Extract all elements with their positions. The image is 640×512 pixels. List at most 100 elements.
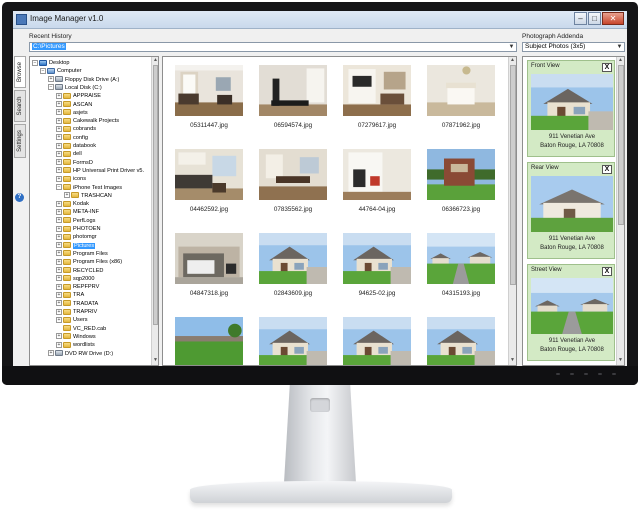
- expand-icon[interactable]: +: [48, 76, 54, 83]
- close-button[interactable]: ✕: [602, 12, 624, 25]
- tree-item[interactable]: + TRAPRIV: [56, 308, 97, 316]
- photo-image[interactable]: [427, 65, 495, 116]
- scroll-up-arrow-icon[interactable]: ▲: [509, 57, 516, 64]
- expand-icon[interactable]: +: [56, 159, 62, 166]
- photo-thumbnail[interactable]: 04315193.jpg: [419, 227, 499, 311]
- expand-icon[interactable]: +: [56, 275, 62, 282]
- scroll-up-arrow-icon[interactable]: ▲: [152, 57, 158, 64]
- tree-item[interactable]: + TRA: [56, 291, 84, 299]
- remove-photo-button[interactable]: X: [602, 165, 612, 174]
- tree-item[interactable]: + REPFPRV: [56, 283, 99, 291]
- addenda-card[interactable]: Rear View X 911 Venetian Ave Baton Rouge, L…: [527, 162, 615, 259]
- tree-item[interactable]: + wordlists: [56, 341, 95, 349]
- tree-item[interactable]: + Floppy Disk Drive (A:): [48, 76, 119, 84]
- recent-history-combo[interactable]: C:\Pictures ▼: [29, 42, 517, 52]
- addenda-photo[interactable]: [531, 176, 613, 232]
- photo-thumbnail[interactable]: 07835562.jpg: [251, 143, 331, 227]
- expand-icon[interactable]: +: [56, 250, 62, 257]
- tree-item[interactable]: + RECYCLED: [56, 267, 103, 275]
- photo-image[interactable]: [175, 233, 243, 284]
- maximize-button[interactable]: □: [588, 12, 601, 25]
- tree-item[interactable]: + APPRAISE: [56, 92, 101, 100]
- photo-thumbnail[interactable]: 04462592.jpg: [167, 143, 247, 227]
- tree-item[interactable]: + Users: [56, 316, 88, 324]
- tree-item[interactable]: + databook: [56, 142, 96, 150]
- tree-item[interactable]: + Program Files: [56, 250, 108, 258]
- expand-icon[interactable]: +: [56, 233, 62, 240]
- remove-photo-button[interactable]: X: [602, 63, 612, 72]
- expand-icon[interactable]: +: [56, 125, 62, 132]
- tree-item[interactable]: − Desktop: [32, 59, 70, 67]
- photo-thumbnail[interactable]: 44764-04.jpg: [335, 143, 415, 227]
- remove-photo-button[interactable]: X: [602, 267, 612, 276]
- photo-thumbnail[interactable]: 07871962.jpg: [419, 59, 499, 143]
- photo-thumbnail[interactable]: [335, 311, 415, 365]
- scroll-down-arrow-icon[interactable]: ▼: [509, 357, 516, 364]
- thumbnail-grid[interactable]: 04315193.jpg 94625-02.jpg 02843609.jpg 0484…: [162, 56, 517, 366]
- tree-item[interactable]: + asjets: [56, 109, 88, 117]
- tree-item[interactable]: − Computer: [40, 67, 82, 75]
- tree-scrollbar[interactable]: ▲ ▼: [151, 57, 158, 365]
- tree-item[interactable]: + DVD RW Drive (D:): [48, 350, 113, 358]
- photo-image[interactable]: [259, 149, 327, 200]
- expand-icon[interactable]: +: [56, 217, 62, 224]
- expand-icon[interactable]: +: [56, 200, 62, 207]
- collapse-icon[interactable]: −: [48, 84, 54, 91]
- photo-thumbnail[interactable]: 06366723.jpg: [419, 143, 499, 227]
- scroll-down-arrow-icon[interactable]: ▼: [152, 357, 158, 364]
- tree-item[interactable]: + cobrands: [56, 125, 96, 133]
- expand-icon[interactable]: +: [56, 333, 62, 340]
- collapse-icon[interactable]: −: [56, 184, 62, 191]
- expand-icon[interactable]: +: [56, 341, 62, 348]
- grid-scroll-thumb[interactable]: [510, 65, 516, 285]
- chevron-down-icon[interactable]: ▼: [615, 43, 624, 51]
- photo-image[interactable]: [259, 233, 327, 284]
- photo-image[interactable]: [259, 317, 327, 365]
- expand-icon[interactable]: +: [56, 109, 62, 116]
- help-icon[interactable]: ?: [15, 193, 24, 202]
- expand-icon[interactable]: +: [56, 92, 62, 99]
- expand-icon[interactable]: +: [56, 175, 62, 182]
- photo-image[interactable]: [175, 149, 243, 200]
- photo-image[interactable]: [427, 317, 495, 365]
- expand-icon[interactable]: +: [56, 167, 62, 174]
- expand-icon[interactable]: +: [56, 225, 62, 232]
- expand-icon[interactable]: +: [56, 242, 62, 249]
- tree-scroll-thumb[interactable]: [153, 65, 158, 325]
- photo-image[interactable]: [343, 149, 411, 200]
- tree-item[interactable]: + TRASHCAN: [64, 192, 112, 200]
- tree-item[interactable]: + META-INF: [56, 208, 99, 216]
- tree-item[interactable]: + Program Files (x86): [56, 258, 122, 266]
- photo-thumbnail[interactable]: 05311447.jpg: [167, 59, 247, 143]
- expand-icon[interactable]: +: [64, 192, 70, 199]
- photo-image[interactable]: [427, 149, 495, 200]
- tree-item[interactable]: + sqp2000: [56, 275, 94, 283]
- expand-icon[interactable]: +: [56, 283, 62, 290]
- photo-thumbnail[interactable]: [251, 311, 331, 365]
- addenda-scrollbar[interactable]: ▲ ▼: [616, 57, 624, 365]
- tree-item[interactable]: + Cakewalk Projects: [56, 117, 119, 125]
- tree-item[interactable]: + Windows: [56, 333, 96, 341]
- title-bar[interactable]: Image Manager v1.0 – □ ✕: [13, 11, 627, 29]
- expand-icon[interactable]: +: [56, 150, 62, 157]
- photo-thumbnail[interactable]: [419, 311, 499, 365]
- expand-icon[interactable]: +: [56, 267, 62, 274]
- tree-item[interactable]: + photomgr: [56, 233, 97, 241]
- addenda-layout-select[interactable]: Subject Photos (3x5) ▼: [522, 42, 625, 52]
- tree-item[interactable]: + FormsD: [56, 159, 93, 167]
- tab-settings[interactable]: Settings: [14, 124, 26, 158]
- addenda-card[interactable]: Front View X 911 Venetian Ave Baton Rouge, …: [527, 60, 615, 157]
- photo-thumbnail[interactable]: 07279617.jpg: [335, 59, 415, 143]
- expand-icon[interactable]: +: [56, 208, 62, 215]
- tree-item[interactable]: + ASCAN: [56, 101, 92, 109]
- tree-item[interactable]: + icons: [56, 175, 86, 183]
- scroll-up-arrow-icon[interactable]: ▲: [617, 57, 624, 64]
- addenda-photo[interactable]: [531, 74, 613, 130]
- photo-thumbnail[interactable]: 02843609.jpg: [251, 227, 331, 311]
- expand-icon[interactable]: +: [56, 142, 62, 149]
- folder-tree[interactable]: + DVD RW Drive (D:) + wordlists + Windows VC_R…: [29, 56, 159, 366]
- scroll-down-arrow-icon[interactable]: ▼: [617, 357, 624, 364]
- expand-icon[interactable]: +: [56, 134, 62, 141]
- expand-icon[interactable]: +: [48, 350, 54, 357]
- expand-icon[interactable]: +: [56, 101, 62, 108]
